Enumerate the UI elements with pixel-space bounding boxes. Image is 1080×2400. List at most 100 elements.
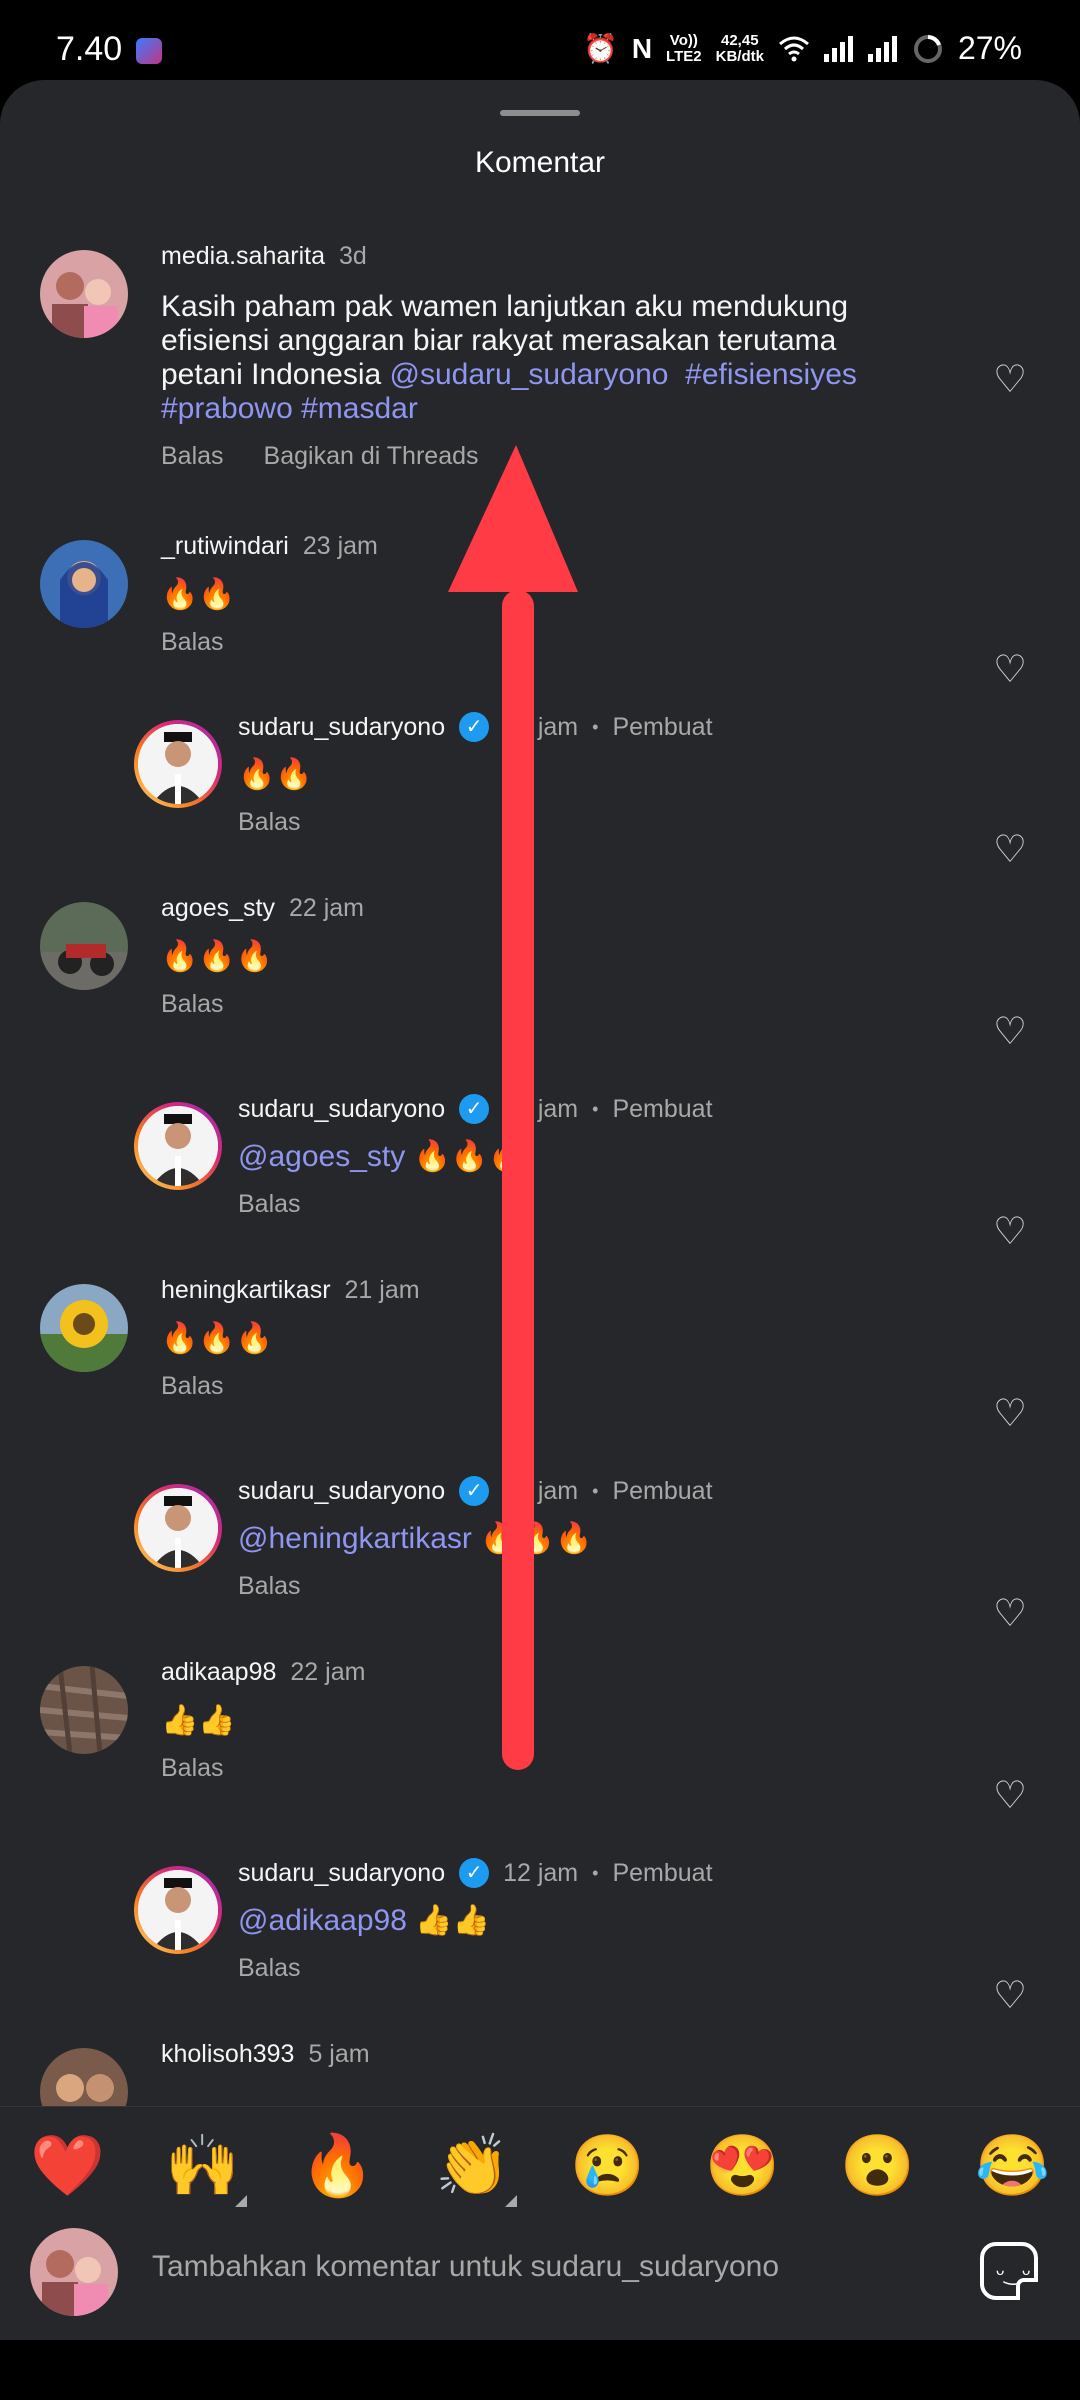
comment-text: 🔥🔥 [238,758,313,791]
network-speed: 42,45 KB/dtk [715,31,764,65]
heart-outline-icon[interactable]: ♡ [990,830,1030,870]
creator-avatar[interactable] [134,1484,222,1572]
verified-badge-icon: ✓ [459,712,490,742]
reply-button[interactable]: Balas [238,1954,301,1983]
heart-outline-icon[interactable]: ♡ [990,1594,1030,1634]
nfc-icon: N [631,32,653,64]
username[interactable]: adikaap98 [161,1658,276,1687]
username[interactable]: sudaru_sudaryono [238,1095,445,1124]
heart-outline-icon[interactable]: ♡ [990,1394,1030,1434]
comments-sheet: Komentar media.saharita 3d Kasih paham p… [0,80,1080,2340]
timestamp: 13 jam [503,1476,579,1505]
heart-outline-icon[interactable]: ♡ [990,1976,1030,2016]
mention-link[interactable]: @heningkartikasr [238,1522,472,1555]
reaction-heart[interactable]: ❤️ [28,2130,108,2201]
hashtag-link[interactable]: #masdar [301,392,418,425]
reply-button[interactable]: Balas [161,1754,224,1783]
heart-outline-icon[interactable]: ♡ [990,360,1030,400]
creator-avatar[interactable] [134,1102,222,1190]
timestamp: 5 jam [308,2040,370,2068]
reaction-heart-eyes[interactable]: 😍 [703,2130,783,2201]
timestamp: 12 jam [503,1858,579,1887]
mention-link[interactable]: @agoes_sty [238,1140,405,1173]
avatar[interactable] [40,250,128,338]
avatar[interactable] [40,1666,128,1754]
share-threads-button[interactable]: Bagikan di Threads [264,442,479,471]
comment-text: 🔥🔥 [161,578,236,611]
timestamp: 22 jam [290,1658,366,1686]
reply-button[interactable]: Balas [161,628,224,657]
reaction-raised-hands[interactable]: 🙌 [163,2130,247,2207]
separator-dot: • [592,1480,599,1501]
timestamp: 3d [338,242,367,270]
app-notification-icon [136,38,162,64]
battery-percent: 27% [957,30,1022,66]
timestamp: 21 jam [344,1276,420,1304]
heart-outline-icon[interactable]: ♡ [990,1012,1030,1052]
timestamp: 22 jam [503,1094,579,1123]
reply-button[interactable]: Balas [161,990,224,1019]
comment-text: @agoes_sty 🔥🔥🔥 [238,1140,526,1173]
mention-link[interactable]: @adikaap98 [238,1904,407,1937]
network-type: Vo)) LTE2 [666,31,702,65]
reaction-crying[interactable]: 😢 [568,2130,648,2201]
verified-badge-icon: ✓ [459,1094,490,1124]
reply-button[interactable]: Balas [238,1190,301,1219]
comment-input[interactable]: Tambahkan komentar untuk sudaru_sudaryon… [152,2250,779,2284]
verified-badge-icon: ✓ [459,1858,490,1888]
username[interactable]: agoes_sty [161,894,275,923]
username[interactable]: sudaru_sudaryono [238,1477,445,1506]
timestamp: 22 jam [288,894,365,922]
heart-outline-icon[interactable]: ♡ [990,650,1030,690]
system-nav-bar [0,2340,1080,2400]
username[interactable]: _rutiwindari [161,532,289,561]
signal-icon-1 [823,35,853,62]
username[interactable]: sudaru_sudaryono [238,1859,445,1888]
creator-avatar[interactable] [134,720,222,808]
mention-link[interactable]: @sudaru_sudaryono [390,358,669,391]
creator-avatar[interactable] [134,1866,222,1954]
my-avatar [30,2228,118,2316]
username[interactable]: media.saharita [161,242,325,271]
creator-label: Pembuat [612,1858,713,1887]
reply-button[interactable]: Balas [161,442,224,471]
sheet-title: Komentar [474,146,606,179]
reaction-clap[interactable]: 👏 [433,2130,517,2207]
username[interactable]: sudaru_sudaryono [238,713,445,742]
timestamp: 22 jam [503,712,579,741]
heart-outline-icon[interactable]: ♡ [990,1212,1030,1252]
comment-text: Kasih paham pak wamen lanjutkan aku mend… [161,290,857,425]
comment-text: 🔥🔥🔥 [161,1322,274,1355]
reaction-laughing[interactable]: 😂 [973,2130,1053,2201]
creator-label: Pembuat [612,712,713,741]
comment-text: 👍👍 [161,1704,236,1737]
reply-button[interactable]: Balas [161,1372,224,1401]
timestamp: 23 jam [302,532,378,560]
reply-button[interactable]: Balas [238,1572,301,1601]
hashtag-link[interactable]: #efisiensiyes [685,358,857,391]
avatar[interactable] [40,540,128,628]
comment-text: @adikaap98 👍👍 [238,1904,490,1937]
separator-dot: • [592,716,599,737]
hashtag-link[interactable]: #prabowo [161,392,293,425]
sticker-icon[interactable]: ᵕ‿ᵕ [980,2242,1038,2300]
alarm-icon: ⏰ [582,33,618,64]
username[interactable]: heningkartikasr [161,1276,331,1305]
reaction-surprised[interactable]: 😮 [838,2130,918,2201]
reaction-fire[interactable]: 🔥 [298,2130,378,2201]
avatar[interactable] [40,902,128,990]
creator-label: Pembuat [612,1094,713,1123]
skin-tone-caret-icon [504,2194,517,2207]
reply-button[interactable]: Balas [238,808,301,837]
avatar[interactable] [40,1284,128,1372]
verified-badge-icon: ✓ [459,1476,490,1506]
heart-outline-icon[interactable]: ♡ [990,1776,1030,1816]
quick-reactions-bar: ❤️ 🙌 🔥 👏 😢 😍 😮 😂 [0,2106,1080,2223]
skin-tone-caret-icon [234,2194,247,2207]
wifi-icon [778,36,809,61]
comment-text: @heningkartikasr 🔥🔥🔥 [238,1522,593,1555]
status-bar: 7.40 ⏰ N Vo)) LTE2 42,45 KB/dtk 27% [0,0,1080,80]
comment-text: 🔥🔥🔥 [161,940,274,973]
username[interactable]: kholisoh393 [161,2040,294,2069]
drag-handle[interactable] [500,110,580,116]
